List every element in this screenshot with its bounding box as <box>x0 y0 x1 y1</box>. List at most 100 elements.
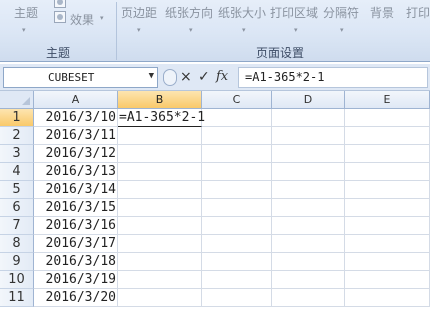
cell-e7[interactable] <box>345 217 430 235</box>
orientation-button[interactable]: 纸张方向 <box>165 4 213 21</box>
effects-button[interactable]: 效果 <box>70 11 94 28</box>
cell-b5[interactable] <box>118 181 202 199</box>
cell-a4[interactable]: 2016/3/13 <box>34 163 118 181</box>
cell-a6[interactable]: 2016/3/15 <box>34 199 118 217</box>
background-button[interactable]: 背景 <box>370 4 394 21</box>
row-header-11[interactable]: 11 <box>0 289 34 307</box>
cell-b11[interactable] <box>118 289 202 307</box>
cell-b7[interactable] <box>118 217 202 235</box>
formula-input[interactable]: =A1-365*2-1 <box>238 67 428 88</box>
name-box[interactable]: CUBESET ▼ <box>3 67 158 88</box>
enter-icon[interactable]: ✓ <box>198 68 210 86</box>
cell-e6[interactable] <box>345 199 430 217</box>
cell-c11[interactable] <box>202 289 272 307</box>
cell-d2[interactable] <box>272 127 345 145</box>
row-header-9[interactable]: 9 <box>0 253 34 271</box>
cell-b4[interactable] <box>118 163 202 181</box>
cell-e5[interactable] <box>345 181 430 199</box>
ribbon: 主题 ▾ 效果 ▾ 页边距 ▾ 纸张方向 ▾ 纸张大小 ▾ 打印区域 ▾ 分隔符… <box>0 0 430 62</box>
row-header-2[interactable]: 2 <box>0 127 34 145</box>
cell-c7[interactable] <box>202 217 272 235</box>
cell-a11[interactable]: 2016/3/20 <box>34 289 118 307</box>
formula-bar-grip[interactable] <box>163 69 177 86</box>
cell-e11[interactable] <box>345 289 430 307</box>
cell-e9[interactable] <box>345 253 430 271</box>
cell-b3[interactable] <box>118 145 202 163</box>
cell-d3[interactable] <box>272 145 345 163</box>
theme-button[interactable]: 主题 <box>14 4 38 21</box>
cancel-icon[interactable]: × <box>180 68 192 86</box>
column-header-b[interactable]: B <box>118 91 202 109</box>
cell-c1[interactable] <box>202 109 272 127</box>
cell-a8[interactable]: 2016/3/17 <box>34 235 118 253</box>
cell-b8[interactable] <box>118 235 202 253</box>
cell-b10[interactable] <box>118 271 202 289</box>
cell-a7[interactable]: 2016/3/16 <box>34 217 118 235</box>
chevron-down-icon: ▾ <box>189 26 193 34</box>
column-header-c[interactable]: C <box>202 91 272 109</box>
chevron-down-icon[interactable]: ▼ <box>149 71 154 81</box>
cell-e10[interactable] <box>345 271 430 289</box>
cell-c9[interactable] <box>202 253 272 271</box>
cell-d11[interactable] <box>272 289 345 307</box>
cell-a3[interactable]: 2016/3/12 <box>34 145 118 163</box>
cell-c8[interactable] <box>202 235 272 253</box>
chevron-down-icon: ▾ <box>22 26 26 34</box>
breaks-button[interactable]: 分隔符 <box>323 4 359 21</box>
cell-e1[interactable] <box>345 109 430 127</box>
cell-d4[interactable] <box>272 163 345 181</box>
chevron-down-icon: ▾ <box>100 14 104 22</box>
column-header-a[interactable]: A <box>34 91 118 109</box>
cell-c2[interactable] <box>202 127 272 145</box>
formula-bar: CUBESET ▼ × ✓ fx =A1-365*2-1 <box>0 64 430 91</box>
cell-d1[interactable] <box>272 109 345 127</box>
chevron-down-icon: ▾ <box>340 26 344 34</box>
cell-d8[interactable] <box>272 235 345 253</box>
row-header-7[interactable]: 7 <box>0 217 34 235</box>
cell-c4[interactable] <box>202 163 272 181</box>
margins-button[interactable]: 页边距 <box>121 4 157 21</box>
row-header-5[interactable]: 5 <box>0 181 34 199</box>
cell-d7[interactable] <box>272 217 345 235</box>
print-titles-button[interactable]: 打印 <box>406 4 430 21</box>
name-box-value: CUBESET <box>48 71 95 84</box>
cell-c3[interactable] <box>202 145 272 163</box>
cell-e3[interactable] <box>345 145 430 163</box>
size-button[interactable]: 纸张大小 <box>218 4 266 21</box>
cell-d9[interactable] <box>272 253 345 271</box>
row-header-10[interactable]: 10 <box>0 271 34 289</box>
cell-a10[interactable]: 2016/3/19 <box>34 271 118 289</box>
print-area-button[interactable]: 打印区域 <box>270 4 318 21</box>
cell-d5[interactable] <box>272 181 345 199</box>
insert-function-icon[interactable]: fx <box>216 68 228 86</box>
group-label-theme: 主题 <box>46 46 71 60</box>
cell-c10[interactable] <box>202 271 272 289</box>
cell-b1[interactable]: =A1-365*2-1 <box>118 109 205 127</box>
cell-a9[interactable]: 2016/3/18 <box>34 253 118 271</box>
row-header-6[interactable]: 6 <box>0 199 34 217</box>
row-header-1[interactable]: 1 <box>0 109 34 127</box>
cell-b9[interactable] <box>118 253 202 271</box>
row-header-3[interactable]: 3 <box>0 145 34 163</box>
row-header-4[interactable]: 4 <box>0 163 34 181</box>
cell-b6[interactable] <box>118 199 202 217</box>
cell-e2[interactable] <box>345 127 430 145</box>
cell-a5[interactable]: 2016/3/14 <box>34 181 118 199</box>
group-separator <box>116 2 117 60</box>
cell-c5[interactable] <box>202 181 272 199</box>
cell-a1[interactable]: 2016/3/10 <box>34 109 118 127</box>
cell-d10[interactable] <box>272 271 345 289</box>
cell-c6[interactable] <box>202 199 272 217</box>
cell-e8[interactable] <box>345 235 430 253</box>
column-header-e[interactable]: E <box>345 91 430 109</box>
chevron-down-icon: ▾ <box>137 26 141 34</box>
colors-icon[interactable] <box>54 0 66 8</box>
cell-b2[interactable] <box>118 127 202 145</box>
effects-icon <box>54 11 66 23</box>
cell-e4[interactable] <box>345 163 430 181</box>
column-header-d[interactable]: D <box>272 91 345 109</box>
row-header-8[interactable]: 8 <box>0 235 34 253</box>
cell-d6[interactable] <box>272 199 345 217</box>
select-all-corner[interactable] <box>0 91 34 109</box>
cell-a2[interactable]: 2016/3/11 <box>34 127 118 145</box>
